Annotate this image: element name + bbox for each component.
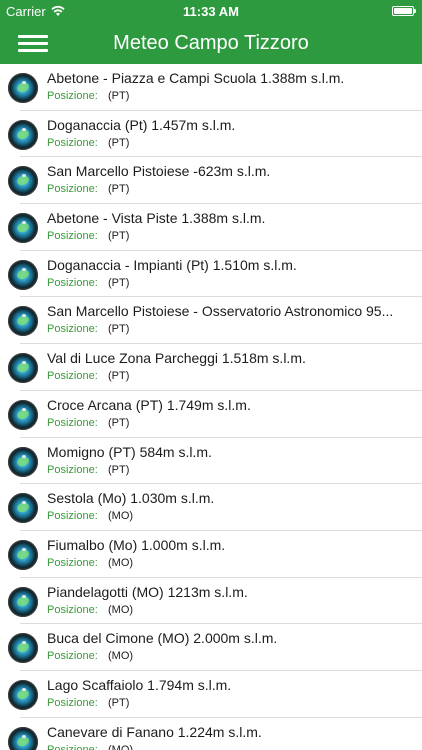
position-label: Posizione:: [47, 416, 98, 429]
webcam-lens-icon: [8, 726, 38, 750]
webcam-lens-icon: [8, 73, 38, 103]
status-time: 11:33 AM: [183, 4, 239, 19]
position-label: Posizione:: [47, 650, 98, 663]
station-name: Croce Arcana (PT) 1.749m s.l.m.: [47, 396, 251, 413]
station-name: Canevare di Fanano 1.224m s.l.m.: [47, 723, 262, 740]
position-value: (MO): [108, 743, 134, 750]
position-label: Posizione:: [47, 183, 98, 196]
position-value: (PT): [108, 183, 130, 196]
webcam-lens-icon: [8, 493, 38, 524]
position-label: Posizione:: [47, 556, 98, 569]
position-label: Posizione:: [47, 743, 98, 750]
position-label: Posizione:: [47, 463, 98, 476]
navigation-bar: Meteo Campo Tizzoro: [0, 22, 422, 64]
station-name: Fiumalbo (Mo) 1.000m s.l.m.: [47, 536, 226, 553]
webcam-lens-icon: [8, 633, 38, 664]
position-label: Posizione:: [47, 276, 98, 289]
position-value: (PT): [108, 416, 130, 429]
battery-icon: [392, 6, 416, 16]
station-row[interactable]: Abetone - Vista Piste 1.388m s.l.m. Posiz…: [0, 204, 422, 251]
station-row[interactable]: Momigno (PT) 584m s.l.m. Posizione: (PT): [0, 438, 422, 485]
station-row[interactable]: Canevare di Fanano 1.224m s.l.m. Posizion…: [0, 718, 422, 750]
position-value: (PT): [108, 136, 130, 149]
position-value: (MO): [108, 556, 134, 569]
station-row[interactable]: Sestola (Mo) 1.030m s.l.m. Posizione: (MO): [0, 484, 422, 531]
position-value: (MO): [108, 510, 134, 523]
webcam-lens-icon: [8, 679, 38, 710]
position-value: (PT): [108, 463, 130, 476]
station-list[interactable]: Abetone - Piazza e Campi Scuola 1.388m s…: [0, 64, 422, 750]
webcam-lens-icon: [8, 446, 38, 477]
webcam-lens-icon: [8, 586, 38, 617]
station-name: Abetone - Vista Piste 1.388m s.l.m.: [47, 210, 266, 227]
position-label: Posizione:: [47, 136, 98, 149]
position-value: (MO): [108, 650, 134, 663]
position-label: Posizione:: [47, 370, 98, 383]
webcam-lens-icon: [8, 399, 38, 430]
webcam-lens-icon: [8, 306, 38, 337]
position-value: (PT): [108, 370, 130, 383]
station-name: Sestola (Mo) 1.030m s.l.m.: [47, 490, 215, 507]
station-name: Momigno (PT) 584m s.l.m.: [47, 443, 212, 460]
position-value: (PT): [108, 276, 130, 289]
station-row[interactable]: Fiumalbo (Mo) 1.000m s.l.m. Posizione: (MO…: [0, 531, 422, 578]
station-row[interactable]: Piandelagotti (MO) 1213m s.l.m. Posizione…: [0, 578, 422, 625]
station-name: Buca del Cimone (MO) 2.000m s.l.m.: [47, 630, 278, 647]
station-name: Doganaccia - Impianti (Pt) 1.510m s.l.m.: [47, 256, 297, 273]
station-row[interactable]: San Marcello Pistoiese -623m s.l.m. Posiz…: [0, 157, 422, 204]
position-value: (MO): [108, 603, 134, 616]
station-name: Lago Scaffaiolo 1.794m s.l.m.: [47, 676, 232, 693]
station-row[interactable]: Buca del Cimone (MO) 2.000m s.l.m. Posizi…: [0, 624, 422, 671]
station-row[interactable]: Croce Arcana (PT) 1.749m s.l.m. Posizione…: [0, 391, 422, 438]
station-row[interactable]: Abetone - Piazza e Campi Scuola 1.388m s…: [0, 64, 422, 111]
webcam-lens-icon: [8, 119, 38, 150]
station-row[interactable]: San Marcello Pistoiese - Osservatorio As…: [0, 297, 422, 344]
position-label: Posizione:: [47, 90, 98, 102]
webcam-lens-icon: [8, 539, 38, 570]
position-label: Posizione:: [47, 510, 98, 523]
webcam-lens-icon: [8, 353, 38, 384]
page-title: Meteo Campo Tizzoro: [113, 32, 309, 54]
position-label: Posizione:: [47, 696, 98, 709]
station-row[interactable]: Doganaccia - Impianti (Pt) 1.510m s.l.m.…: [0, 251, 422, 298]
position-label: Posizione:: [47, 230, 98, 243]
station-row[interactable]: Doganaccia (Pt) 1.457m s.l.m. Posizione: (…: [0, 111, 422, 158]
position-value: (PT): [108, 696, 130, 709]
webcam-lens-icon: [8, 213, 38, 244]
station-name: Val di Luce Zona Parcheggi 1.518m s.l.m.: [47, 350, 306, 367]
station-row[interactable]: Val di Luce Zona Parcheggi 1.518m s.l.m.…: [0, 344, 422, 391]
webcam-lens-icon: [8, 259, 38, 290]
station-row[interactable]: Lago Scaffaiolo 1.794m s.l.m. Posizione: (…: [0, 671, 422, 718]
status-bar: Carrier 11:33 AM: [0, 0, 422, 22]
webcam-lens-icon: [8, 166, 38, 197]
position-value: (PT): [108, 323, 130, 336]
station-name: Piandelagotti (MO) 1213m s.l.m.: [47, 583, 248, 600]
position-label: Posizione:: [47, 323, 98, 336]
position-label: Posizione:: [47, 603, 98, 616]
position-value: (PT): [108, 90, 130, 102]
station-name: San Marcello Pistoiese - Osservatorio As…: [47, 303, 394, 320]
station-name: Doganaccia (Pt) 1.457m s.l.m.: [47, 116, 236, 133]
station-name: Abetone - Piazza e Campi Scuola 1.388m s…: [47, 70, 345, 86]
position-value: (PT): [108, 230, 130, 243]
station-name: San Marcello Pistoiese -623m s.l.m.: [47, 163, 271, 180]
